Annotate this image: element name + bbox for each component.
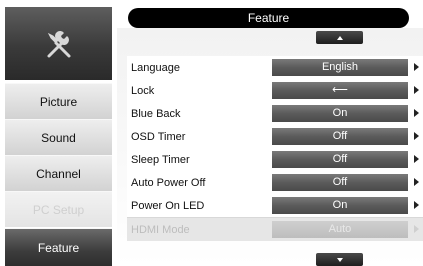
sidebar-item-picture[interactable]: Picture — [5, 83, 112, 119]
setting-row-power-on-led[interactable]: Power On LED On — [127, 194, 423, 217]
setting-label: Sleep Timer — [131, 153, 190, 166]
tools-icon — [47, 30, 70, 57]
setting-value: Auto — [272, 221, 408, 238]
sidebar-item-sound[interactable]: Sound — [5, 119, 112, 155]
right-arrow-icon — [414, 225, 419, 233]
enter-icon[interactable]: ⟵ — [272, 82, 408, 99]
setting-row-lock[interactable]: Lock ⟵ — [127, 79, 423, 102]
setting-value[interactable]: On — [272, 105, 408, 122]
setting-row-blue-back[interactable]: Blue Back On — [127, 102, 423, 125]
setting-row-osd-timer[interactable]: OSD Timer Off — [127, 125, 423, 148]
sidebar-item-feature[interactable]: Feature — [5, 228, 112, 266]
setting-label: Language — [131, 61, 180, 74]
setting-label: OSD Timer — [131, 130, 186, 143]
scroll-down-button[interactable] — [316, 253, 363, 266]
setting-value[interactable]: English — [272, 59, 408, 76]
setting-label: Power On LED — [131, 199, 205, 212]
setting-label: Auto Power Off — [131, 176, 206, 189]
feature-logo-tile — [5, 7, 112, 80]
setting-row-sleep-timer[interactable]: Sleep Timer Off — [127, 148, 423, 171]
setting-label: Lock — [131, 84, 155, 97]
setting-label: Blue Back — [131, 107, 181, 120]
sidebar-item-channel[interactable]: Channel — [5, 155, 112, 191]
right-arrow-icon[interactable] — [414, 155, 419, 163]
scroll-up-button[interactable] — [316, 31, 363, 44]
right-arrow-icon[interactable] — [414, 86, 419, 94]
setting-label: HDMI Mode — [131, 223, 190, 236]
setting-row-language[interactable]: Language English — [127, 56, 423, 79]
down-arrow-icon — [336, 257, 343, 262]
right-arrow-icon[interactable] — [414, 109, 419, 117]
setting-value[interactable]: Off — [272, 128, 408, 145]
right-arrow-icon[interactable] — [414, 178, 419, 186]
category-sidebar: Picture Sound Channel PC Setup Feature — [0, 0, 117, 266]
setting-value[interactable]: Off — [272, 174, 408, 191]
right-arrow-icon[interactable] — [414, 132, 419, 140]
setting-value[interactable]: Off — [272, 151, 408, 168]
setting-value[interactable]: On — [272, 197, 408, 214]
setting-row-auto-power-off[interactable]: Auto Power Off Off — [127, 171, 423, 194]
up-arrow-icon — [336, 35, 343, 40]
right-arrow-icon[interactable] — [414, 201, 419, 209]
sidebar-item-pc-setup: PC Setup — [5, 191, 112, 227]
setting-row-hdmi-mode: HDMI Mode Auto — [127, 218, 423, 241]
right-arrow-icon[interactable] — [414, 63, 419, 71]
page-title: Feature — [128, 8, 409, 28]
